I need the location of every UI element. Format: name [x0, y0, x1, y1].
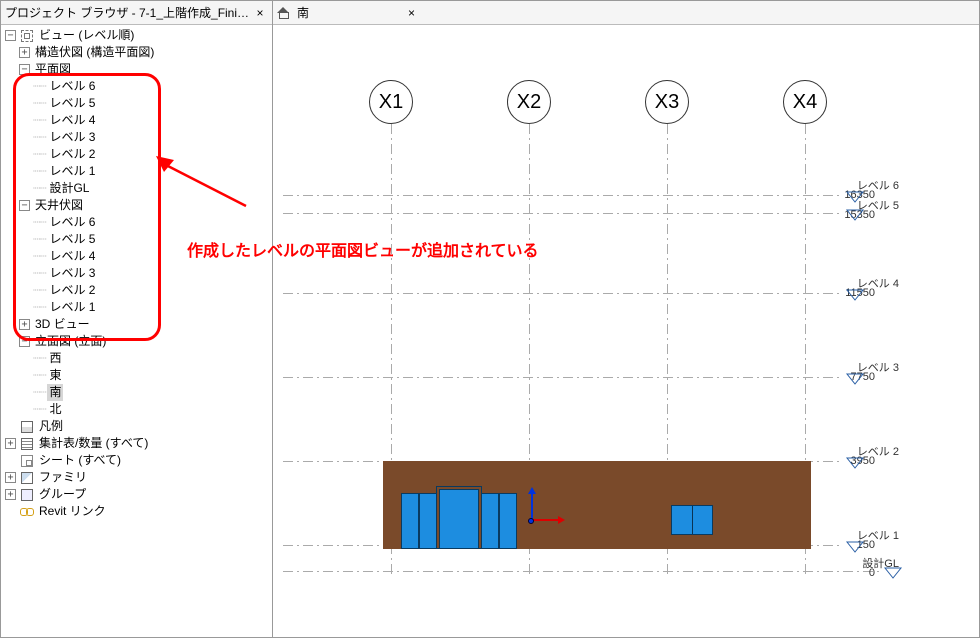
grid-bubble[interactable]: X2 — [507, 80, 551, 124]
ceiling-level-item[interactable]: ┈┈レベル 3 — [5, 265, 272, 282]
window[interactable] — [419, 493, 437, 549]
level-marker-icon — [883, 566, 903, 580]
link-icon — [19, 504, 35, 520]
home-icon — [277, 7, 291, 19]
plan-level-item[interactable]: ┈┈レベル 1 — [5, 163, 272, 180]
expander-icon[interactable]: + — [5, 438, 16, 449]
level-line[interactable] — [283, 377, 841, 378]
elev-view-item[interactable]: ┈┈南 — [5, 384, 272, 401]
browser-tree: − ビュー (レベル順) + 構造伏図 (構造平面図) − 平面図 ┈┈レベル … — [1, 25, 272, 637]
expander-icon[interactable]: − — [19, 336, 30, 347]
level-elev: 0 — [869, 567, 875, 579]
struct-plan-node[interactable]: + 構造伏図 (構造平面図) — [5, 44, 272, 61]
level-line[interactable] — [283, 293, 841, 294]
elevation-node[interactable]: − 立面図 (立面) — [5, 333, 272, 350]
three-d-node[interactable]: + 3D ビュー — [5, 316, 272, 333]
level-line[interactable] — [283, 571, 879, 572]
level-marker-icon — [845, 208, 865, 222]
plan-level-item[interactable]: ┈┈設計GL — [5, 180, 272, 197]
grid-bubble[interactable]: X1 — [369, 80, 413, 124]
grid-bubble[interactable]: X3 — [645, 80, 689, 124]
schedule-icon — [19, 436, 35, 452]
level-marker-icon — [845, 372, 865, 386]
window[interactable] — [671, 505, 713, 535]
revit-links-node[interactable]: Revit リンク — [5, 503, 272, 520]
plan-node[interactable]: − 平面図 — [5, 61, 272, 78]
ceiling-level-item[interactable]: ┈┈レベル 2 — [5, 282, 272, 299]
door-frame — [436, 486, 482, 549]
elev-view-item[interactable]: ┈┈北 — [5, 401, 272, 418]
level-marker-icon — [845, 288, 865, 302]
family-icon — [19, 470, 35, 486]
level-line[interactable] — [283, 213, 841, 214]
sheet-icon — [19, 453, 35, 469]
ceiling-level-item[interactable]: ┈┈レベル 1 — [5, 299, 272, 316]
views-icon — [19, 28, 35, 44]
expander-icon[interactable]: − — [19, 64, 30, 75]
expander-icon[interactable]: − — [19, 200, 30, 211]
expander-icon[interactable]: + — [19, 319, 30, 330]
project-browser: プロジェクト ブラウザ - 7-1_上階作成_Finish.rvt × − ビュ… — [1, 1, 273, 637]
browser-header: プロジェクト ブラウザ - 7-1_上階作成_Finish.rvt × — [1, 1, 272, 25]
annotation-text: 作成したレベルの平面図ビューが追加されている — [187, 237, 539, 261]
plan-level-item[interactable]: ┈┈レベル 3 — [5, 129, 272, 146]
view-tab-bar: 南 × — [273, 1, 979, 25]
elev-view-item[interactable]: ┈┈東 — [5, 367, 272, 384]
ceiling-node[interactable]: − 天井伏図 — [5, 197, 272, 214]
window[interactable] — [499, 493, 517, 549]
level-line[interactable] — [283, 195, 841, 196]
legend-icon — [19, 419, 35, 435]
expander-icon[interactable]: − — [5, 30, 16, 41]
plan-level-item[interactable]: ┈┈レベル 4 — [5, 112, 272, 129]
level-marker-icon — [845, 190, 865, 204]
group-icon — [19, 487, 35, 503]
views-root-node[interactable]: − ビュー (レベル順) — [5, 27, 272, 44]
legend-node[interactable]: 凡例 — [5, 418, 272, 435]
level-marker-icon — [845, 540, 865, 554]
view-tab[interactable]: 南 — [297, 4, 309, 21]
plan-level-item[interactable]: ┈┈レベル 6 — [5, 78, 272, 95]
close-icon[interactable]: × — [408, 6, 415, 20]
expander-icon[interactable]: + — [5, 472, 16, 483]
window[interactable] — [401, 493, 419, 549]
browser-title: プロジェクト ブラウザ - 7-1_上階作成_Finish.rvt — [5, 4, 252, 21]
plan-level-item[interactable]: ┈┈レベル 2 — [5, 146, 272, 163]
drawing-canvas[interactable]: X1 X2 X3 X4 レベル 6 16350 レベル 5 15350 レベル … — [273, 25, 979, 637]
window[interactable] — [481, 493, 499, 549]
expander-icon[interactable]: + — [5, 489, 16, 500]
ceiling-level-item[interactable]: ┈┈レベル 6 — [5, 214, 272, 231]
level-marker-icon — [845, 456, 865, 470]
expander-icon[interactable]: + — [19, 47, 30, 58]
families-node[interactable]: + ファミリ — [5, 469, 272, 486]
groups-node[interactable]: + グループ — [5, 486, 272, 503]
elev-view-item[interactable]: ┈┈西 — [5, 350, 272, 367]
schedules-node[interactable]: + 集計表/数量 (すべて) — [5, 435, 272, 452]
grid-bubble[interactable]: X4 — [783, 80, 827, 124]
close-icon[interactable]: × — [252, 6, 268, 20]
sheets-node[interactable]: シート (すべて) — [5, 452, 272, 469]
plan-level-item[interactable]: ┈┈レベル 5 — [5, 95, 272, 112]
